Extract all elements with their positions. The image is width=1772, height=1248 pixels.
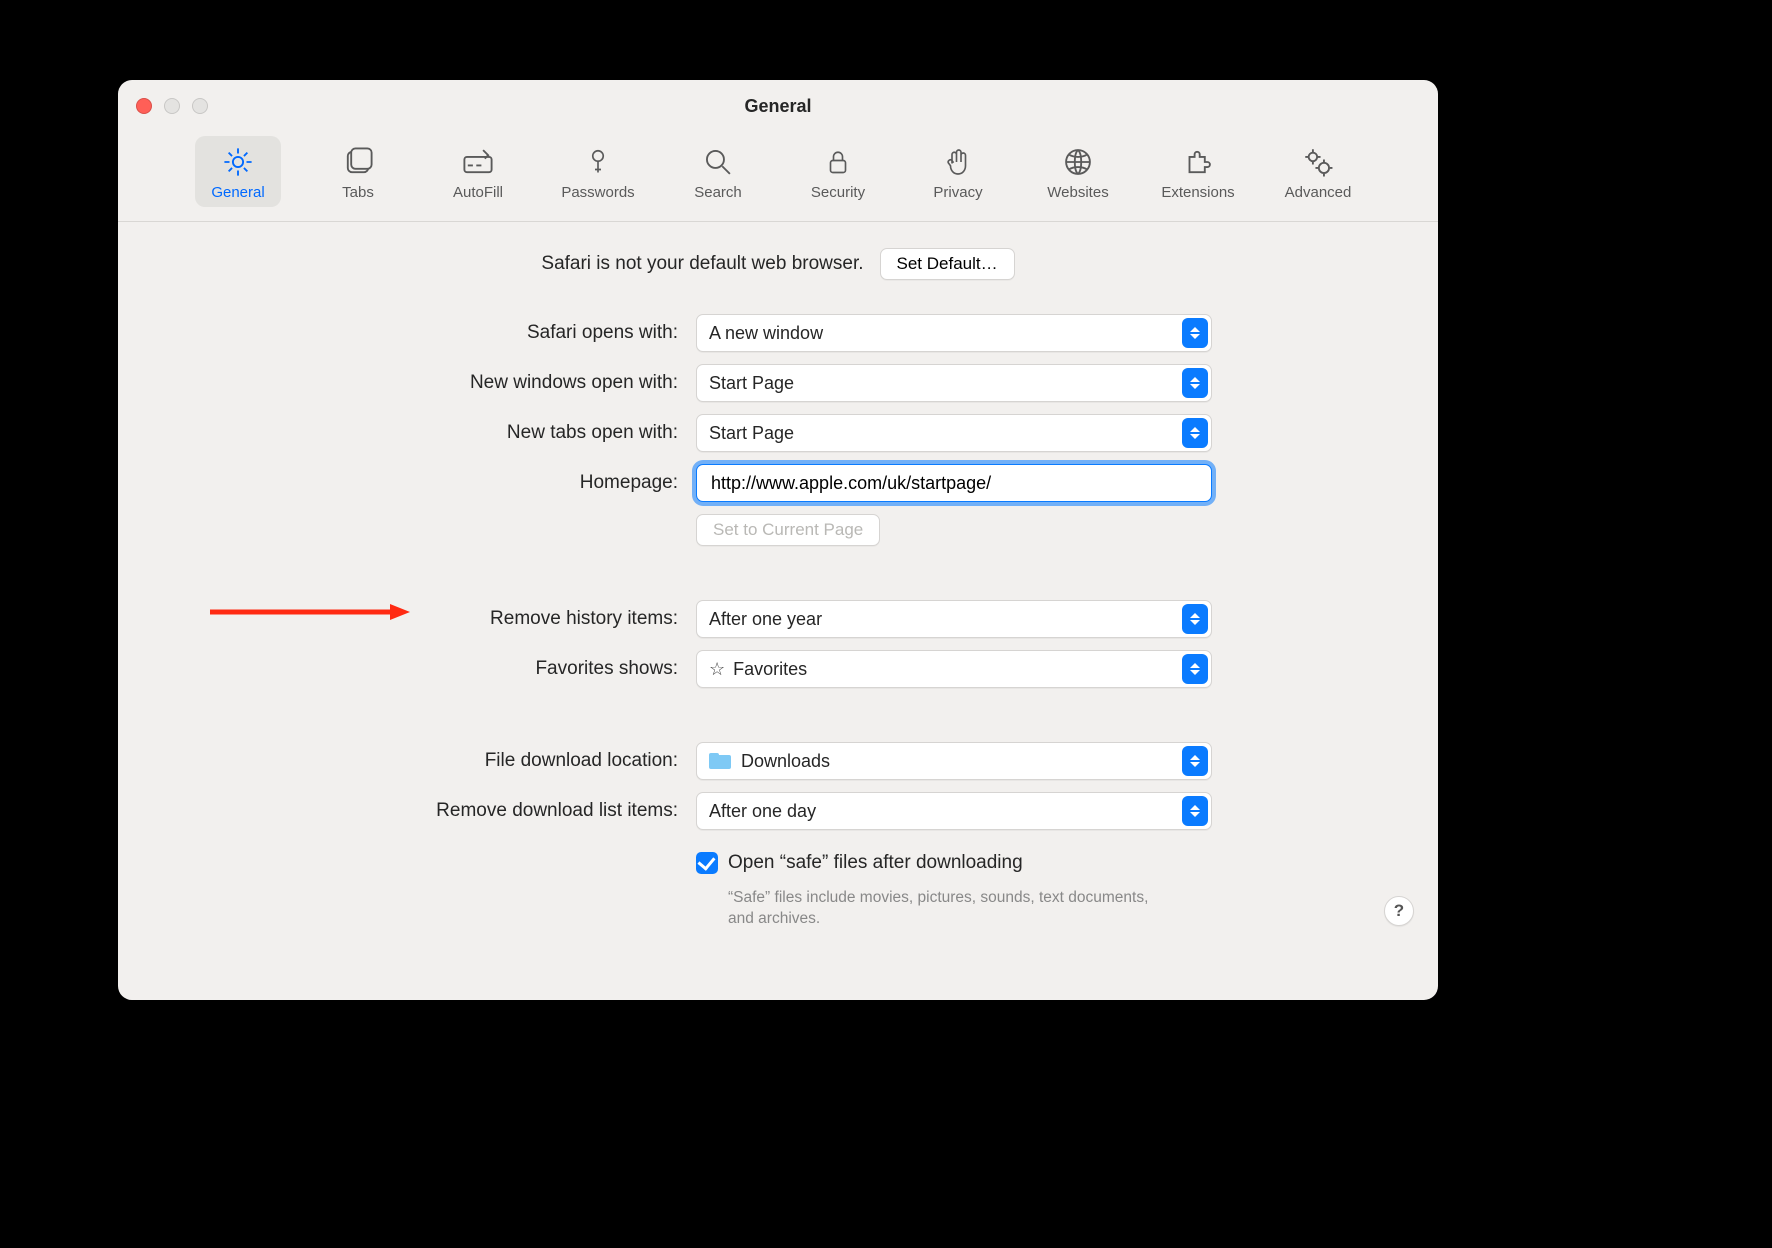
zoom-window-button[interactable] bbox=[192, 98, 208, 114]
tab-tabs[interactable]: Tabs bbox=[315, 136, 401, 207]
label-remove-history: Remove history items: bbox=[118, 608, 678, 630]
tab-privacy[interactable]: Privacy bbox=[915, 136, 1001, 207]
safe-files-help: “Safe” files include movies, pictures, s… bbox=[696, 888, 1212, 930]
popup-value: Start Page bbox=[709, 373, 794, 394]
gears-icon bbox=[1298, 144, 1338, 180]
tab-advanced[interactable]: Advanced bbox=[1275, 136, 1361, 207]
set-default-button[interactable]: Set Default… bbox=[880, 248, 1015, 280]
label-opens-with: Safari opens with: bbox=[118, 322, 678, 344]
default-browser-message: Safari is not your default web browser. bbox=[541, 253, 863, 275]
tab-label: General bbox=[211, 184, 264, 201]
tab-label: Extensions bbox=[1161, 184, 1234, 201]
hand-icon bbox=[938, 144, 978, 180]
tabs-icon bbox=[338, 144, 378, 180]
chevron-updown-icon bbox=[1182, 654, 1208, 684]
popup-value: A new window bbox=[709, 323, 823, 344]
chevron-updown-icon bbox=[1182, 318, 1208, 348]
download-location-popup[interactable]: Downloads bbox=[696, 742, 1212, 780]
chevron-updown-icon bbox=[1182, 368, 1208, 398]
label-remove-download: Remove download list items: bbox=[118, 800, 678, 822]
tab-label: Passwords bbox=[561, 184, 634, 201]
gear-icon bbox=[218, 144, 258, 180]
preferences-toolbar: General Tabs AutoFill Passwords Search bbox=[118, 132, 1438, 222]
preferences-window: General General Tabs AutoFill Passwords bbox=[118, 80, 1438, 1000]
tab-label: Websites bbox=[1047, 184, 1108, 201]
tab-search[interactable]: Search bbox=[675, 136, 761, 207]
label-new-windows: New windows open with: bbox=[118, 372, 678, 394]
tab-label: Advanced bbox=[1285, 184, 1352, 201]
favorites-shows-popup[interactable]: ☆ Favorites bbox=[696, 650, 1212, 688]
label-new-tabs: New tabs open with: bbox=[118, 422, 678, 444]
minimize-window-button[interactable] bbox=[164, 98, 180, 114]
general-pane: Safari is not your default web browser. … bbox=[118, 222, 1438, 946]
label-homepage: Homepage: bbox=[118, 472, 678, 494]
chevron-updown-icon bbox=[1182, 604, 1208, 634]
tab-websites[interactable]: Websites bbox=[1035, 136, 1121, 207]
tab-security[interactable]: Security bbox=[795, 136, 881, 207]
homepage-field-wrap bbox=[696, 464, 1212, 502]
label-favorites-shows: Favorites shows: bbox=[118, 658, 678, 680]
open-safe-files-row: Open “safe” files after downloading bbox=[696, 852, 1212, 874]
lock-icon bbox=[818, 144, 858, 180]
search-icon bbox=[698, 144, 738, 180]
tab-label: Tabs bbox=[342, 184, 374, 201]
popup-value: Start Page bbox=[709, 423, 794, 444]
open-safe-files-checkbox[interactable] bbox=[696, 852, 718, 874]
popup-value: After one year bbox=[709, 609, 822, 630]
chevron-updown-icon bbox=[1182, 746, 1208, 776]
popup-value: After one day bbox=[709, 801, 816, 822]
new-tabs-popup[interactable]: Start Page bbox=[696, 414, 1212, 452]
window-title: General bbox=[118, 80, 1438, 132]
homepage-input[interactable] bbox=[709, 465, 1199, 501]
popup-value: Favorites bbox=[733, 659, 807, 680]
chevron-updown-icon bbox=[1182, 796, 1208, 826]
tab-label: Search bbox=[694, 184, 742, 201]
default-browser-row: Safari is not your default web browser. … bbox=[118, 248, 1438, 280]
set-to-current-page-button[interactable]: Set to Current Page bbox=[696, 514, 880, 546]
chevron-updown-icon bbox=[1182, 418, 1208, 448]
titlebar: General bbox=[118, 80, 1438, 132]
safari-opens-with-popup[interactable]: A new window bbox=[696, 314, 1212, 352]
popup-value: Downloads bbox=[741, 751, 830, 772]
tab-autofill[interactable]: AutoFill bbox=[435, 136, 521, 207]
new-windows-popup[interactable]: Start Page bbox=[696, 364, 1212, 402]
help-button[interactable]: ? bbox=[1384, 896, 1414, 926]
tab-extensions[interactable]: Extensions bbox=[1155, 136, 1241, 207]
close-window-button[interactable] bbox=[136, 98, 152, 114]
tab-label: Security bbox=[811, 184, 865, 201]
tab-label: AutoFill bbox=[453, 184, 503, 201]
tab-general[interactable]: General bbox=[195, 136, 281, 207]
autofill-icon bbox=[458, 144, 498, 180]
tab-passwords[interactable]: Passwords bbox=[555, 136, 641, 207]
label-download-location: File download location: bbox=[118, 750, 678, 772]
tab-label: Privacy bbox=[933, 184, 982, 201]
window-controls bbox=[136, 98, 208, 114]
globe-icon bbox=[1058, 144, 1098, 180]
key-icon bbox=[578, 144, 618, 180]
puzzle-icon bbox=[1178, 144, 1218, 180]
star-icon: ☆ bbox=[709, 659, 725, 680]
remove-download-popup[interactable]: After one day bbox=[696, 792, 1212, 830]
folder-icon bbox=[709, 753, 731, 769]
open-safe-files-label: Open “safe” files after downloading bbox=[728, 852, 1023, 874]
remove-history-popup[interactable]: After one year bbox=[696, 600, 1212, 638]
